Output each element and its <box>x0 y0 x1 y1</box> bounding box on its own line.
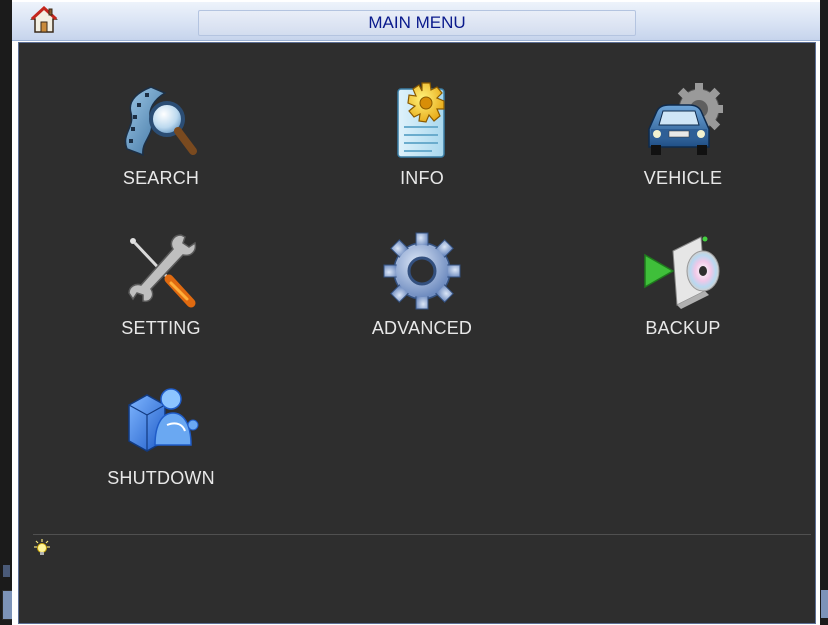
menu-item-setting[interactable]: SETTING <box>81 229 241 369</box>
menu-item-backup[interactable]: BACKUP <box>603 229 763 369</box>
window-title: MAIN MENU <box>198 10 636 36</box>
background-left-edge <box>0 0 13 625</box>
status-divider <box>33 534 811 535</box>
search-icon <box>124 86 197 157</box>
menu-item-label: ADVANCED <box>371 318 473 338</box>
lightbulb-icon <box>34 539 50 555</box>
setting-icon <box>128 234 197 308</box>
menu-item-label: SEARCH <box>122 168 200 188</box>
main-menu-window: MAIN MENU SEARCH INFO VEHICLE SETTING AD… <box>12 2 820 624</box>
menu-item-label: SETTING <box>121 318 201 338</box>
home-icon <box>30 5 58 33</box>
menu-panel: SEARCH INFO VEHICLE SETTING ADVANCED BAC… <box>18 42 816 624</box>
menu-item-label: VEHICLE <box>643 168 723 188</box>
menu-item-info[interactable]: INFO <box>342 79 502 219</box>
backup-icon <box>644 236 720 309</box>
home-button[interactable] <box>30 5 58 34</box>
menu-item-label: SHUTDOWN <box>107 468 215 488</box>
background-tab <box>821 590 828 618</box>
shutdown-icon <box>128 388 199 452</box>
info-icon <box>397 82 445 158</box>
vehicle-icon <box>648 83 723 155</box>
menu-item-search[interactable]: SEARCH <box>81 79 241 219</box>
advanced-icon <box>383 232 461 310</box>
menu-item-advanced[interactable]: ADVANCED <box>342 229 502 369</box>
menu-item-label: INFO <box>400 168 444 188</box>
background-right-edge <box>820 0 828 625</box>
menu-item-label: BACKUP <box>645 318 721 338</box>
menu-item-vehicle[interactable]: VEHICLE <box>603 79 763 219</box>
menu-item-shutdown[interactable]: SHUTDOWN <box>81 379 241 519</box>
background-tab <box>3 565 10 577</box>
title-bar: MAIN MENU <box>12 2 820 41</box>
